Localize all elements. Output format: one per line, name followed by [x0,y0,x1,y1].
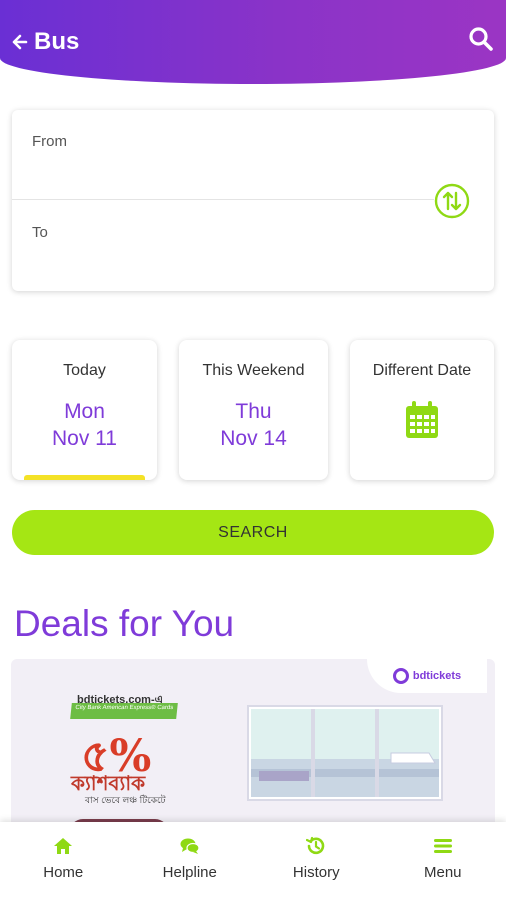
route-divider [12,199,434,200]
from-field[interactable]: From [32,133,67,150]
deals-title: Deals for You [14,603,235,644]
selected-indicator [24,475,145,480]
nav-label: Menu [423,864,462,881]
date-option-weekday: Mon [64,400,105,423]
deal-banner[interactable]: bdtickets bdtickets.com-এ City Bank Amer… [11,659,495,839]
nav-helpline[interactable]: Helpline [127,822,254,900]
date-option-heading: Different Date [372,362,472,379]
date-option-weekend[interactable]: This Weekend Thu Nov 14 [179,340,328,480]
date-option-weekday: Thu [235,400,272,423]
date-option-date: Nov 11 [52,427,117,450]
bdtickets-logo-icon [392,668,409,684]
promo-card-tag: City Bank American Express® Cards [70,703,178,719]
bus-window-illustration [251,709,439,797]
bottom-nav: Home Helpline History Menu [0,822,506,900]
menu-icon [433,839,452,853]
nav-label: Helpline [162,864,217,881]
nav-menu[interactable]: Menu [380,822,506,900]
app-header: Bus [0,0,506,84]
banner-logo-text: bdtickets [412,670,462,682]
history-icon [306,836,325,855]
date-option-different[interactable]: Different Date [350,340,494,480]
date-option-date: Nov 14 [220,427,287,450]
nav-label: Home [43,864,84,881]
promo-subtext: বাস ভেবে লঞ্চ টিকেটে [85,795,166,805]
back-arrow-icon [12,34,28,50]
search-icon[interactable] [468,26,494,52]
home-icon [54,838,73,854]
nav-label: History [292,864,340,881]
route-card: From To [12,110,494,291]
banner-logo: bdtickets [367,659,487,693]
swap-arrows-icon[interactable] [434,183,470,219]
page-title: Bus [34,28,80,55]
calendar-icon [406,401,438,438]
chat-icon [180,838,200,854]
nav-home[interactable]: Home [0,822,127,900]
date-option-heading: Today [63,362,106,379]
to-field[interactable]: To [32,224,48,241]
back-button[interactable]: Bus [12,28,79,56]
date-option-today[interactable]: Today Mon Nov 11 [12,340,157,480]
date-option-heading: This Weekend [202,362,305,379]
search-button[interactable]: SEARCH [12,510,494,555]
nav-history[interactable]: History [253,822,380,900]
